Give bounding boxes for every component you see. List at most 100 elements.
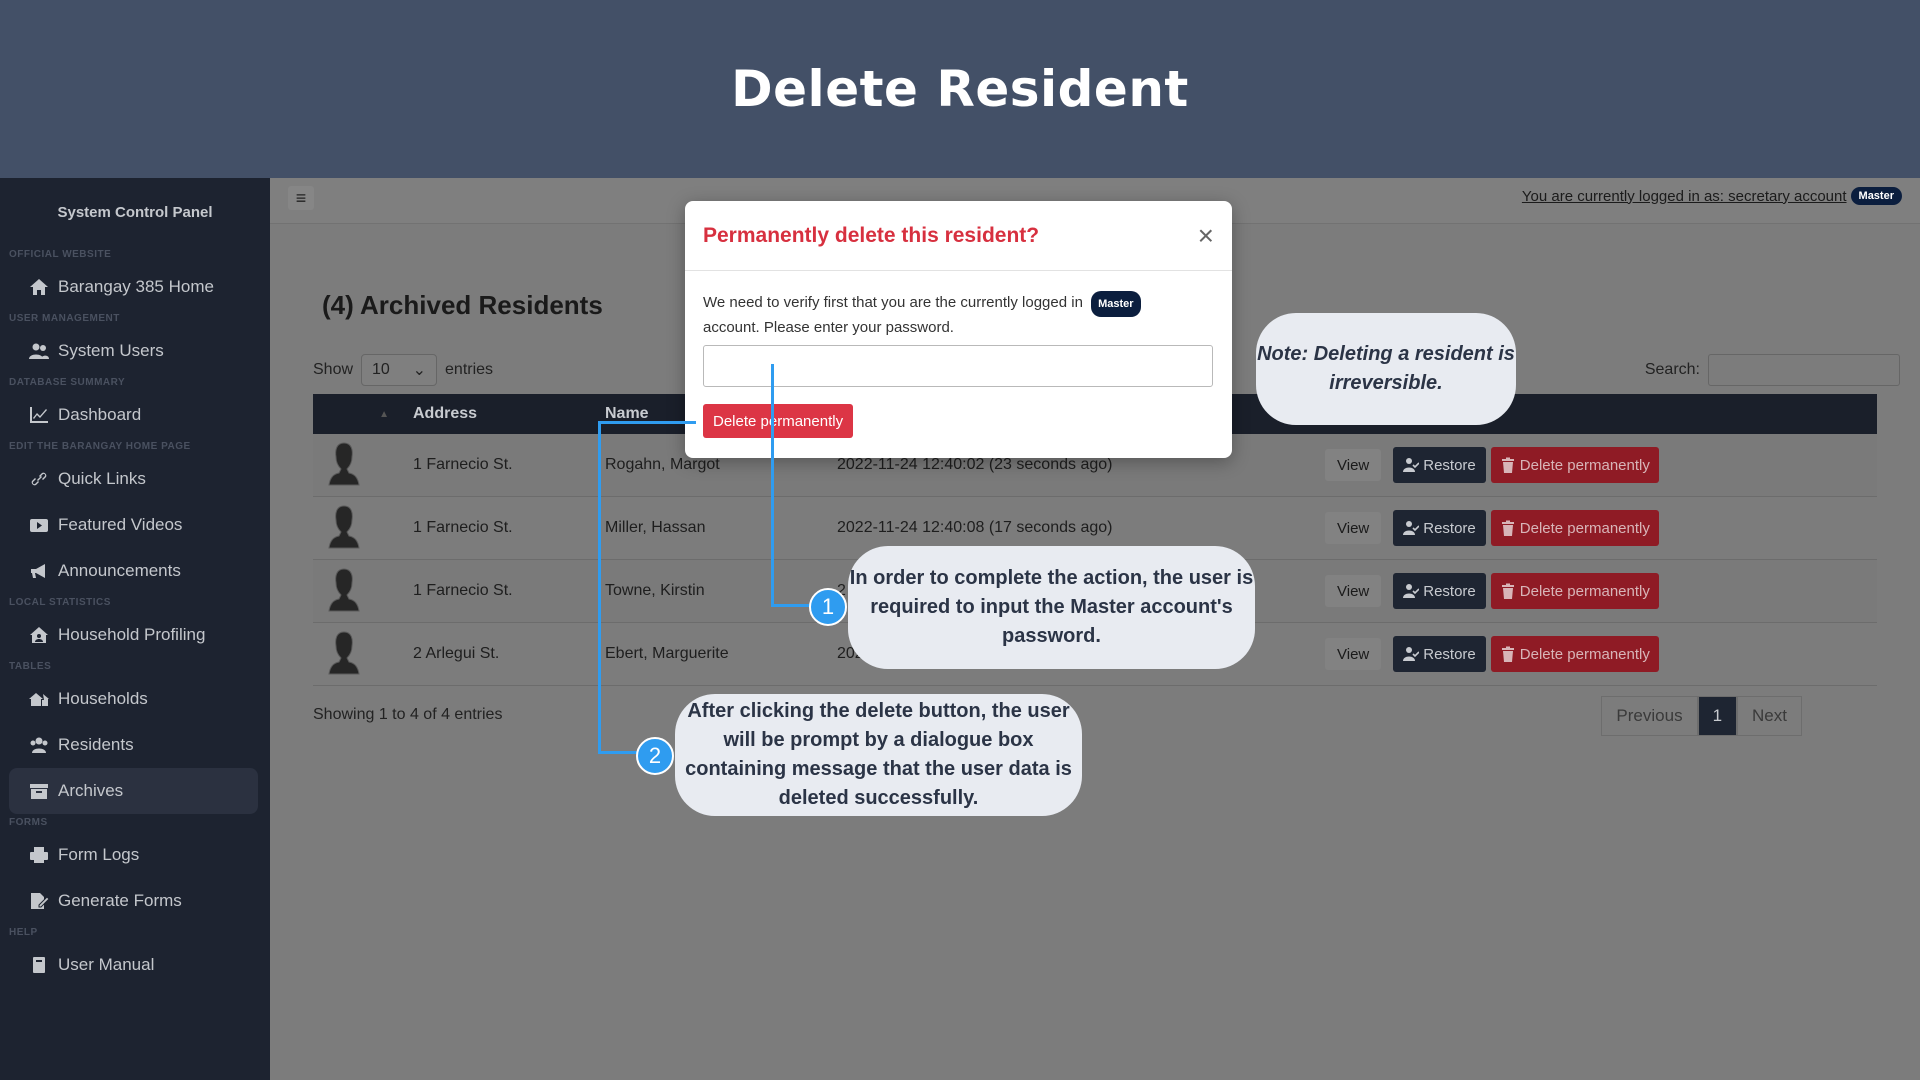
dialog-header: Permanently delete this resident? ×: [685, 201, 1232, 271]
actions-cell: View Restore Delete permanently: [1325, 510, 1659, 546]
avatar-cell: [313, 565, 413, 618]
user-check-icon: [1403, 458, 1420, 472]
name-cell: Ebert, Marguerite: [605, 645, 729, 662]
restore-label: Restore: [1423, 645, 1476, 663]
section-user-mgmt: USER MANAGEMENT: [9, 313, 120, 324]
section-forms: FORMS: [9, 817, 48, 828]
banner-title: Delete Resident: [731, 60, 1189, 118]
sidebar-item-archives[interactable]: Archives: [9, 768, 258, 814]
step-2-callout: After clicking the delete button, the us…: [675, 694, 1082, 816]
sidebar-item-label: Barangay 385 Home: [58, 277, 214, 296]
menu-toggle-button[interactable]: ≡: [288, 186, 314, 210]
sidebar-item-label: Archives: [58, 781, 124, 800]
section-edit-home: EDIT THE BARANGAY HOME PAGE: [9, 441, 191, 452]
page-title: (4) Archived Residents: [322, 290, 603, 320]
view-button[interactable]: View: [1325, 575, 1382, 607]
view-button[interactable]: View: [1325, 449, 1382, 481]
delete-permanently-button[interactable]: Delete permanently: [1490, 447, 1659, 483]
trash-icon: [1501, 646, 1514, 662]
master-badge: Master: [1091, 291, 1141, 317]
address-cell: 1 Farnecio St.: [413, 582, 513, 599]
sidebar-item-dashboard[interactable]: Dashboard: [0, 392, 270, 438]
search-label: Search:: [1644, 361, 1700, 378]
search-input[interactable]: [1708, 354, 1900, 386]
delete-label: Delete permanently: [1519, 645, 1650, 663]
page-1-button[interactable]: 1: [1697, 696, 1738, 736]
restore-button[interactable]: Restore: [1393, 447, 1486, 483]
table-info: Showing 1 to 4 of 4 entries: [313, 706, 503, 723]
avatar-cell: [313, 502, 413, 555]
logged-in-status: You are currently logged in as: secretar…: [1522, 187, 1902, 205]
section-tables: TABLES: [9, 661, 52, 672]
chevron-down-icon: ⌄: [412, 362, 427, 379]
restore-label: Restore: [1423, 582, 1476, 600]
users-icon: [28, 342, 50, 360]
callout-2-line-top: [598, 421, 696, 424]
bullhorn-icon: [28, 562, 50, 580]
close-icon[interactable]: ×: [1198, 221, 1214, 250]
trash-icon: [1501, 583, 1514, 599]
sidebar-item-quick-links[interactable]: Quick Links: [0, 456, 270, 502]
archive-icon: [28, 782, 50, 800]
sidebar-item-system-users[interactable]: System Users: [0, 328, 270, 374]
sidebar-item-label: User Manual: [58, 955, 155, 974]
delete-permanently-button[interactable]: Delete permanently: [1490, 636, 1659, 672]
trash-icon: [1501, 520, 1514, 536]
restore-label: Restore: [1423, 519, 1476, 537]
column-header-address[interactable]: Address: [413, 405, 605, 423]
message-text-after: account. Please enter your password.: [703, 319, 954, 336]
previous-page-button[interactable]: Previous: [1601, 696, 1698, 736]
sidebar-item-households[interactable]: Households: [0, 676, 270, 722]
sidebar-item-household-profiling[interactable]: Household Profiling: [0, 612, 270, 658]
delete-permanently-button[interactable]: Delete permanently: [1490, 573, 1659, 609]
password-input[interactable]: [703, 345, 1213, 387]
delete-label: Delete permanently: [1519, 582, 1650, 600]
date-cell: 2022-11-24 12:40:08 (17 seconds ago): [837, 519, 1113, 536]
sidebar-item-user-manual[interactable]: User Manual: [0, 942, 270, 988]
sidebar-item-home[interactable]: Barangay 385 Home: [0, 264, 270, 310]
restore-button[interactable]: Restore: [1393, 510, 1486, 546]
date-cell: 2022-11-24 12:40:02 (23 seconds ago): [837, 456, 1113, 473]
sidebar-item-residents[interactable]: Residents: [0, 722, 270, 768]
restore-button[interactable]: Restore: [1393, 573, 1486, 609]
restore-button[interactable]: Restore: [1393, 636, 1486, 672]
sidebar-item-label: Generate Forms: [58, 891, 182, 910]
sidebar-item-label: Form Logs: [58, 845, 140, 864]
sidebar-item-label: Household Profiling: [58, 625, 206, 644]
address-cell: 1 Farnecio St.: [413, 456, 513, 473]
entries-label: entries: [445, 361, 494, 378]
sort-icon[interactable]: ▲: [313, 409, 413, 420]
logged-in-text[interactable]: You are currently logged in as: secretar…: [1522, 188, 1847, 205]
sidebar-item-announcements[interactable]: Announcements: [0, 548, 270, 594]
actions-cell: View Restore Delete permanently: [1325, 447, 1659, 483]
sidebar-item-featured-videos[interactable]: Featured Videos: [0, 502, 270, 548]
view-button[interactable]: View: [1325, 512, 1382, 544]
sidebar-item-generate-forms[interactable]: Generate Forms: [0, 878, 270, 924]
next-page-button[interactable]: Next: [1737, 696, 1802, 736]
name-cell: Rogahn, Margot: [605, 456, 720, 473]
print-icon: [28, 846, 50, 864]
avatar-icon: [328, 441, 360, 485]
user-check-icon: [1403, 647, 1420, 661]
avatar-cell: [313, 628, 413, 681]
delete-label: Delete permanently: [1519, 456, 1650, 474]
page-size-select[interactable]: 10 ⌄: [361, 354, 438, 386]
houses-icon: [28, 690, 50, 708]
delete-permanently-button[interactable]: Delete permanently: [703, 404, 854, 438]
delete-permanently-button[interactable]: Delete permanently: [1490, 510, 1659, 546]
page-size-value: 10: [372, 361, 390, 378]
note-callout: Note: Deleting a resident is irreversibl…: [1256, 313, 1516, 425]
view-button[interactable]: View: [1325, 638, 1382, 670]
actions-cell: View Restore Delete permanently: [1325, 573, 1659, 609]
sidebar-item-label: Announcements: [58, 561, 181, 580]
chart-line-icon: [28, 406, 50, 424]
actions-cell: View Restore Delete permanently: [1325, 636, 1659, 672]
avatar-icon: [328, 504, 360, 548]
home-icon: [28, 278, 50, 296]
section-official: OFFICIAL WEBSITE: [9, 249, 112, 260]
sidebar-item-label: Residents: [58, 735, 134, 754]
step-1-number: 1: [809, 588, 847, 626]
sidebar-item-form-logs[interactable]: Form Logs: [0, 832, 270, 878]
show-label: Show: [313, 361, 354, 378]
sidebar-item-label: Quick Links: [58, 469, 146, 488]
